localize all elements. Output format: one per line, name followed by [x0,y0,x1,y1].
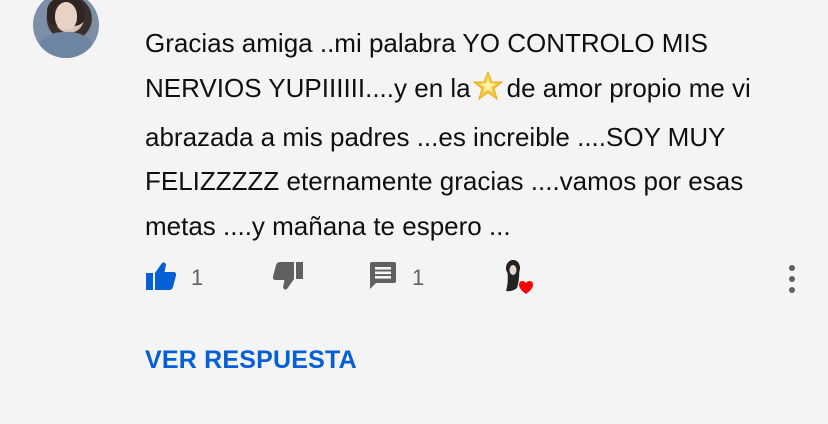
comment-line-1: Gracias amiga ..mi palabra YO CONTROLO M… [145,28,709,58]
comment-author-header[interactable]: ▬▬▬▬ ▬▬▬▬▬ ▬▬▬▬▬ [144,0,444,2]
more-vertical-icon[interactable] [784,264,800,294]
creator-heart-icon[interactable] [498,258,538,298]
thumbs-up-icon [145,261,177,296]
comment-line-5: metas ....y mañana te espero ... [145,211,511,242]
avatar-face [55,2,77,30]
comment-line-2b: de amor propio me vi [506,72,751,103]
comment-line-4: FELIZZZZZ eternamente gracias ....vamos … [145,166,744,197]
comment-icon [368,261,398,296]
avatar[interactable] [33,0,99,58]
reply-button[interactable]: 1 [368,258,424,298]
like-button[interactable]: 1 [145,258,203,298]
thumbs-down-icon [272,261,304,296]
star-emoji-icon [472,70,504,115]
comment-card: ▬▬▬▬ ▬▬▬▬▬ ▬▬▬▬▬ Gracias amiga ..mi pala… [0,0,828,424]
dislike-button[interactable] [272,258,304,298]
comment-line-3: abrazada a mis padres ...es increible ..… [145,121,726,152]
view-replies-button[interactable]: VER RESPUESTA [145,346,357,375]
avatar-body [39,32,93,58]
comment-text: Gracias amiga ..mi palabra YO CONTROLO M… [145,21,810,249]
reply-count: 1 [412,265,425,290]
comment-line-2a: NERVIOS YUPIIIIII....y en la [145,72,471,103]
comment-actions: 1 1 [0,258,828,298]
like-count: 1 [191,265,204,290]
comment-line-2: NERVIOS YUPIIIIII....y en la de amor prop… [145,66,810,115]
